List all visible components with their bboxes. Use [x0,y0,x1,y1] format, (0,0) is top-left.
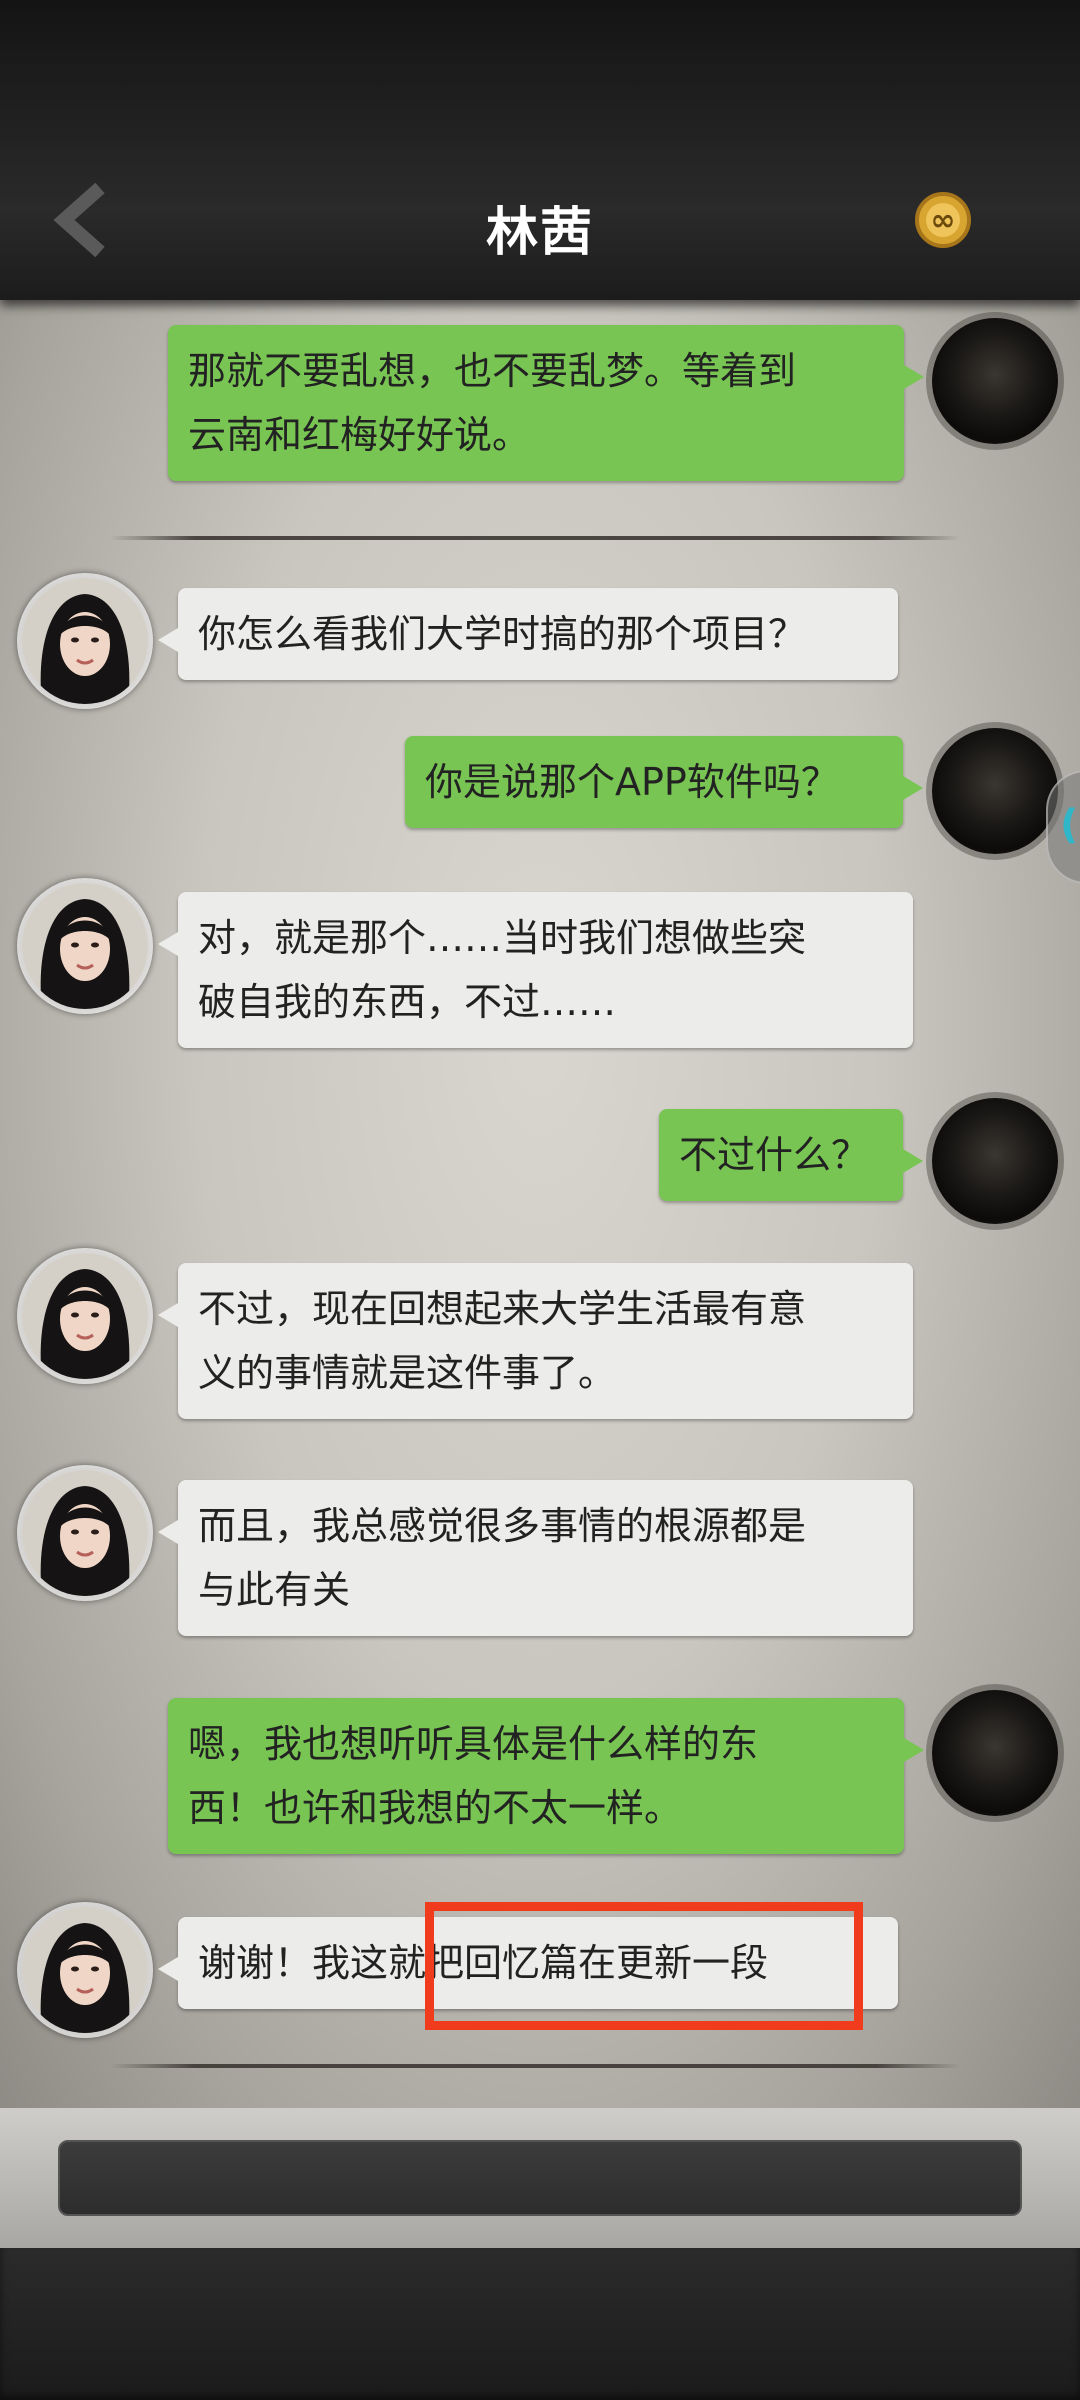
message-input[interactable] [58,2140,1022,2216]
side-handle-label: ( [1060,802,1079,848]
message-line: 而且，我总感觉很多事情的根源都是 [198,1504,807,1548]
message-bubble-received[interactable]: 而且，我总感觉很多事情的根源都是 与此有关 [158,1480,913,1636]
svg-text:∞: ∞ [931,203,956,238]
message-bubble-received[interactable]: 不过，现在回想起来大学生活最有意 义的事情就是这件事了。 [158,1263,913,1419]
my-avatar[interactable] [932,1098,1058,1224]
message-line: 你怎么看我们大学时搞的那个项目？ [198,612,807,656]
woman-portrait-icon [22,1907,148,2033]
message-line: 义的事情就是这件事了。 [198,1351,617,1395]
message-line: 破自我的东西，不过…… [198,980,617,1024]
bottom-bar [0,2248,1080,2400]
woman-portrait-icon [22,578,148,704]
message-bubble-sent[interactable]: 嗯，我也想听听具体是什么样的东 西！也许和我想的不太一样。 [168,1698,924,1854]
message-line: 对，就是那个……当时我们想做些突 [198,916,807,960]
contact-avatar[interactable] [22,1253,148,1379]
infinity-coin-button[interactable]: ∞ [913,190,973,250]
my-avatar[interactable] [932,1690,1058,1816]
chat-screen: 林茜 ∞ 那就不要乱想，也不要乱梦。等着到 云南和红梅好好说。 你怎么看我们大学… [0,0,1080,2400]
woman-portrait-icon [22,1470,148,1596]
message-line: 那就不要乱想，也不要乱梦。等着到 [188,349,797,393]
message-line: 云南和红梅好好说。 [188,413,531,457]
woman-portrait-icon [22,1253,148,1379]
my-avatar[interactable] [932,728,1058,854]
message-bubble-sent[interactable]: 不过什么？ [659,1109,923,1201]
message-line: 不过，现在回想起来大学生活最有意 [198,1287,807,1331]
message-line: 不过什么？ [679,1133,870,1177]
divider-line [110,536,960,540]
message-line: 嗯，我也想听听具体是什么样的东 [188,1722,759,1766]
contact-avatar[interactable] [22,1907,148,2033]
contact-avatar[interactable] [22,1470,148,1596]
highlight-box [425,1902,863,2030]
infinity-coin-icon: ∞ [915,192,971,248]
my-avatar[interactable] [932,318,1058,444]
chat-area[interactable]: 那就不要乱想，也不要乱梦。等着到 云南和红梅好好说。 你怎么看我们大学时搞的那个… [0,300,1080,2108]
message-bubble-sent[interactable]: 你是说那个APP软件吗？ [405,736,923,828]
divider-line [110,2064,960,2068]
message-line: 与此有关 [198,1568,351,1612]
message-line: 你是说那个APP软件吗？ [425,760,839,804]
header-bar: 林茜 ∞ [0,0,1080,300]
message-bubble-received[interactable]: 你怎么看我们大学时搞的那个项目？ [158,588,898,680]
message-bubble-sent[interactable]: 那就不要乱想，也不要乱梦。等着到 云南和红梅好好说。 [168,325,924,481]
message-bubble-received[interactable]: 对，就是那个……当时我们想做些突 破自我的东西，不过…… [158,892,913,1048]
woman-portrait-icon [22,883,148,1009]
message-line: 西！也许和我想的不太一样。 [188,1786,683,1830]
contact-avatar[interactable] [22,883,148,1009]
contact-avatar[interactable] [22,578,148,704]
